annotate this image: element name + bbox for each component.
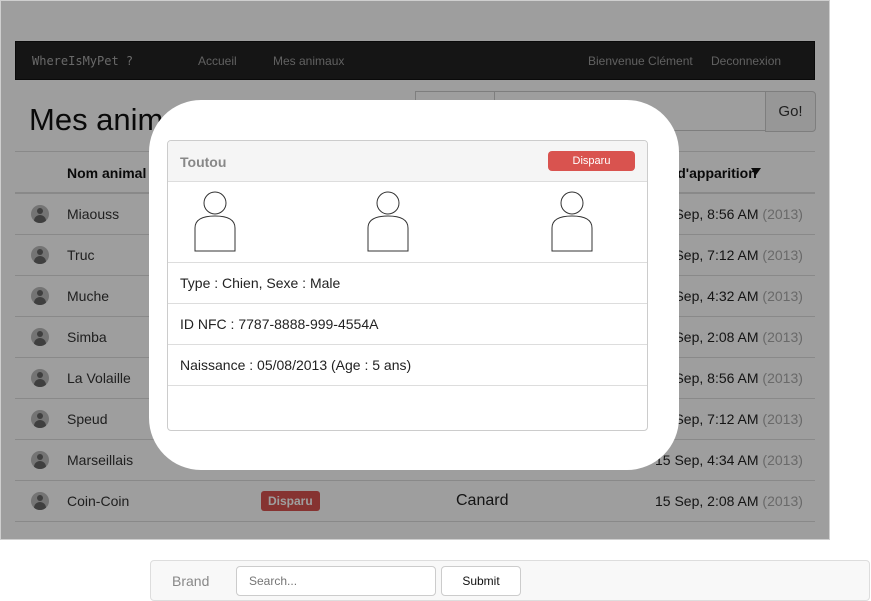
bottom-navbar: Brand Submit	[150, 560, 870, 601]
footer-brand[interactable]: Brand	[172, 573, 209, 589]
info-birth: Naissance : 05/08/2013 (Age : 5 ans)	[168, 345, 647, 386]
info-type-sex: Type : Chien, Sexe : Male	[168, 263, 647, 304]
person-placeholder-icon[interactable]	[366, 190, 410, 252]
submit-button[interactable]: Submit	[441, 566, 521, 596]
photo-row	[168, 182, 647, 263]
info-text: Type : Chien, Sexe : Male	[180, 275, 341, 291]
info-text: ID NFC : 7787-8888-999-4554A	[180, 316, 379, 332]
person-placeholder-icon[interactable]	[193, 190, 237, 252]
pet-detail-panel: Toutou Disparu Type : Chien, Sexe : Male…	[167, 140, 648, 431]
status-badge[interactable]: Disparu	[548, 151, 635, 171]
panel-header: Toutou Disparu	[168, 141, 647, 182]
footer-search-input[interactable]	[236, 566, 436, 596]
person-placeholder-icon[interactable]	[550, 190, 594, 252]
pet-name: Toutou	[180, 154, 227, 170]
info-nfc-id: ID NFC : 7787-8888-999-4554A	[168, 304, 647, 345]
info-text: Naissance : 05/08/2013 (Age : 5 ans)	[180, 357, 412, 373]
